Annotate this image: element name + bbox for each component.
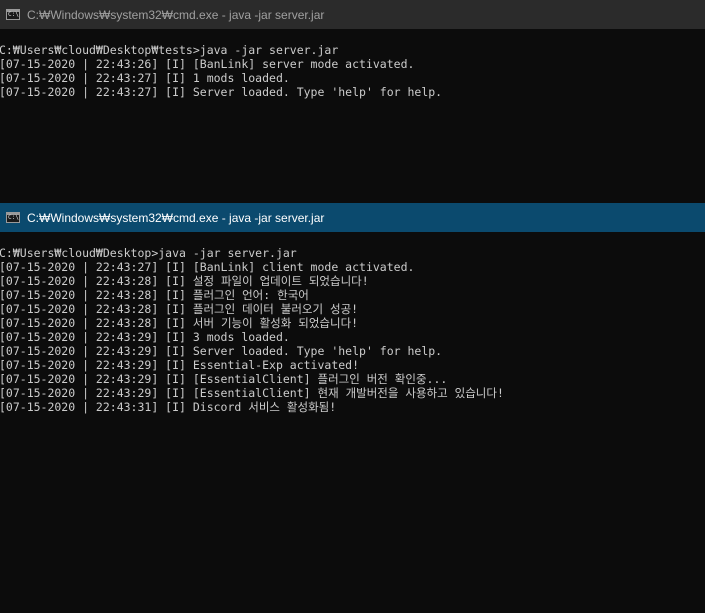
console-line: [07-15-2020 | 22:43:29] [I] Essential-Ex… <box>0 358 360 372</box>
window-title: C:₩Windows₩system32₩cmd.exe - java -jar … <box>27 210 325 225</box>
console-line: [07-15-2020 | 22:43:27] [I] Server loade… <box>0 85 443 99</box>
console-line: C:₩Users₩cloud₩Desktop>java -jar server.… <box>0 246 297 260</box>
window-titlebar[interactable]: C:\ C:₩Windows₩system32₩cmd.exe - java -… <box>0 203 705 232</box>
console-line: [07-15-2020 | 22:43:28] [I] 서버 기능이 활성화 되… <box>0 316 359 330</box>
console-line: [07-15-2020 | 22:43:28] [I] 설정 파일이 업데이트 … <box>0 274 369 288</box>
console-window-client[interactable]: C:\ C:₩Windows₩system32₩cmd.exe - java -… <box>0 203 705 613</box>
console-line: [07-15-2020 | 22:43:29] [I] Server loade… <box>0 344 443 358</box>
console-line: [07-15-2020 | 22:43:28] [I] 플러그인 언어: 한국어 <box>0 288 309 302</box>
cmd-icon: C:\ <box>6 212 20 223</box>
cmd-icon: C:\ <box>6 9 20 20</box>
window-title: C:₩Windows₩system32₩cmd.exe - java -jar … <box>27 7 325 22</box>
console-line: [07-15-2020 | 22:43:29] [I] 3 mods loade… <box>0 330 290 344</box>
console-line: [07-15-2020 | 22:43:29] [I] [EssentialCl… <box>0 386 504 400</box>
console-line: [07-15-2020 | 22:43:26] [I] [BanLink] se… <box>0 57 415 71</box>
console-line: [07-15-2020 | 22:43:29] [I] [EssentialCl… <box>0 372 448 386</box>
console-output[interactable]: C:₩Users₩cloud₩Desktop₩tests>java -jar s… <box>0 29 705 99</box>
console-line: [07-15-2020 | 22:43:31] [I] Discord 서비스 … <box>0 400 337 414</box>
console-window-server[interactable]: C:\ C:₩Windows₩system32₩cmd.exe - java -… <box>0 0 705 203</box>
window-titlebar[interactable]: C:\ C:₩Windows₩system32₩cmd.exe - java -… <box>0 0 705 29</box>
console-line: C:₩Users₩cloud₩Desktop₩tests>java -jar s… <box>0 43 339 57</box>
console-line: [07-15-2020 | 22:43:27] [I] 1 mods loade… <box>0 71 290 85</box>
console-line: [07-15-2020 | 22:43:28] [I] 플러그인 데이터 불러오… <box>0 302 359 316</box>
console-output[interactable]: C:₩Users₩cloud₩Desktop>java -jar server.… <box>0 232 705 414</box>
console-line: [07-15-2020 | 22:43:27] [I] [BanLink] cl… <box>0 260 415 274</box>
